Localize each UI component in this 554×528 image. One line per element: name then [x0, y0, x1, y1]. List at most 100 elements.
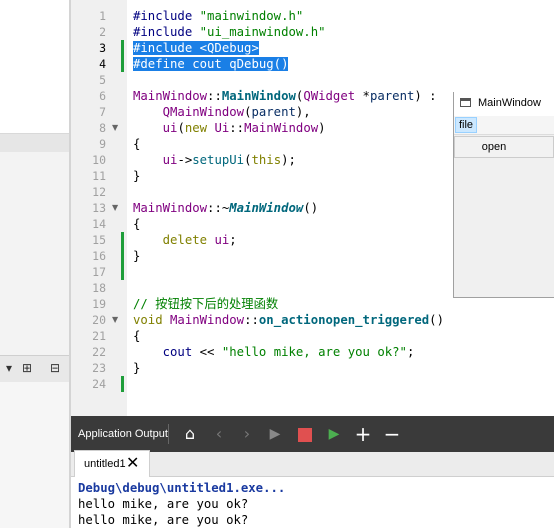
code-token: MainWindow: [133, 201, 208, 215]
code-line: #include <QDebug>: [133, 40, 259, 56]
code-token: ;: [406, 345, 415, 359]
line-number: 19: [92, 297, 106, 311]
line-number: 12: [92, 185, 106, 199]
dropdown-icon[interactable]: ▾: [2, 361, 16, 375]
code-token: MainWindow: [170, 313, 245, 327]
code-token: delete: [162, 233, 208, 247]
code-token: this: [251, 153, 282, 167]
code-line: QMainWindow(parent),: [133, 104, 311, 120]
code-line: delete ui;: [133, 232, 237, 248]
stop-icon[interactable]: [294, 423, 316, 445]
code-token: "mainwindow.h": [199, 9, 304, 23]
filter-icon[interactable]: ⊟: [48, 361, 62, 375]
code-token: MainWindow: [244, 121, 319, 135]
code-token: MainWindow: [221, 89, 296, 103]
code-token: setupUi: [192, 153, 245, 167]
line-number: 20: [92, 313, 106, 327]
code-line: #include "ui_mainwindow.h": [133, 24, 326, 40]
fold-marker-icon[interactable]: ▼: [112, 312, 118, 328]
mainwindow-titlebar[interactable]: MainWindow: [454, 92, 554, 116]
code-token: *: [355, 89, 370, 103]
output-pane-title: Application Output: [78, 428, 168, 440]
next-icon[interactable]: ›: [236, 423, 258, 445]
line-number: 7: [99, 105, 106, 119]
line-number: 21: [92, 329, 106, 343]
tab-label: untitled1: [84, 458, 126, 470]
code-line: ui(new Ui::MainWindow): [133, 120, 326, 136]
code-token: QWidget: [303, 89, 356, 103]
code-token: MainWindow: [133, 89, 208, 103]
code-line: MainWindow::~MainWindow(): [133, 200, 318, 216]
code-token: "hello mike, are you ok?": [221, 345, 407, 359]
line-number: 1: [99, 9, 106, 23]
code-token: parent: [251, 105, 296, 119]
toolbar-separator: [168, 424, 169, 444]
code-token: <<: [199, 345, 215, 359]
code-token: );: [281, 153, 296, 167]
changed-lines-marker: [121, 376, 124, 392]
code-token: ui: [162, 153, 178, 167]
fold-marker-icon[interactable]: ▼: [112, 200, 118, 216]
window-icon: [460, 98, 471, 107]
code-line: #include "mainwindow.h": [133, 8, 303, 24]
line-number: 24: [92, 377, 106, 391]
code-line: }: [133, 249, 141, 263]
line-number: 18: [92, 281, 106, 295]
code-comment: // 按钮按下后的处理函数: [133, 297, 279, 311]
code-token: ) :: [414, 89, 437, 103]
line-number: 3: [99, 41, 106, 55]
line-number: 5: [99, 73, 106, 87]
code-token: on_actionopen_triggered: [258, 313, 430, 327]
minus-icon[interactable]: −: [381, 423, 403, 445]
code-token: new: [184, 121, 208, 135]
line-number: 6: [99, 89, 106, 103]
open-documents-list[interactable]: [0, 382, 70, 528]
line-number: 11: [92, 169, 106, 183]
changed-lines-marker: [121, 232, 124, 280]
code-token: (: [177, 121, 185, 135]
code-line: void MainWindow::on_actionopen_triggered…: [133, 312, 444, 328]
code-token: #include: [133, 25, 193, 39]
code-token: void: [133, 313, 163, 327]
menu-item-open[interactable]: open: [454, 137, 534, 157]
fold-marker-icon[interactable]: ▼: [112, 120, 118, 136]
code-token: QMainWindow: [162, 105, 245, 119]
line-number: 8: [99, 121, 106, 135]
broom-icon[interactable]: ⌂: [179, 423, 201, 445]
code-line: ui->setupUi(this);: [133, 152, 296, 168]
menu-file[interactable]: file: [455, 117, 477, 133]
output-line: hello mike, are you ok?: [78, 513, 249, 527]
code-line: }: [133, 361, 141, 375]
code-token: (): [303, 201, 319, 215]
prev-icon[interactable]: ‹: [208, 423, 230, 445]
line-number: 9: [99, 137, 106, 151]
line-number: 22: [92, 345, 106, 359]
plus-icon[interactable]: +: [352, 423, 374, 445]
project-tree-selected-row[interactable]: [0, 134, 70, 152]
line-number: 13: [92, 201, 106, 215]
selected-code: #include <QDebug>: [133, 41, 259, 55]
project-tree-panel[interactable]: [0, 0, 70, 134]
line-number: 10: [92, 153, 106, 167]
changed-lines-marker: [121, 40, 124, 72]
code-token: ::~: [207, 201, 230, 215]
line-number: 15: [92, 233, 106, 247]
code-line: }: [133, 169, 141, 183]
code-line: {: [133, 329, 141, 343]
code-token: ui: [162, 121, 178, 135]
debug-run-icon[interactable]: ▶: [323, 423, 345, 445]
code-line: MainWindow::MainWindow(QWidget *parent) …: [133, 88, 437, 104]
selected-code: #define cout qDebug(): [133, 57, 289, 71]
run-icon[interactable]: ▶: [264, 423, 286, 445]
code-token: ): [318, 121, 326, 135]
close-icon[interactable]: ✕: [126, 453, 140, 473]
mainwindow-title: MainWindow: [478, 97, 541, 109]
split-icon[interactable]: ⊞: [20, 361, 34, 375]
code-token: ::: [229, 121, 245, 135]
code-token: #include: [133, 9, 193, 23]
code-token: Ui: [214, 121, 230, 135]
code-token: (): [429, 313, 444, 327]
output-line: hello mike, are you ok?: [78, 497, 249, 511]
code-line: cout << "hello mike, are you ok?";: [133, 344, 415, 360]
output-line: Debug\debug\untitled1.exe...: [78, 481, 286, 495]
